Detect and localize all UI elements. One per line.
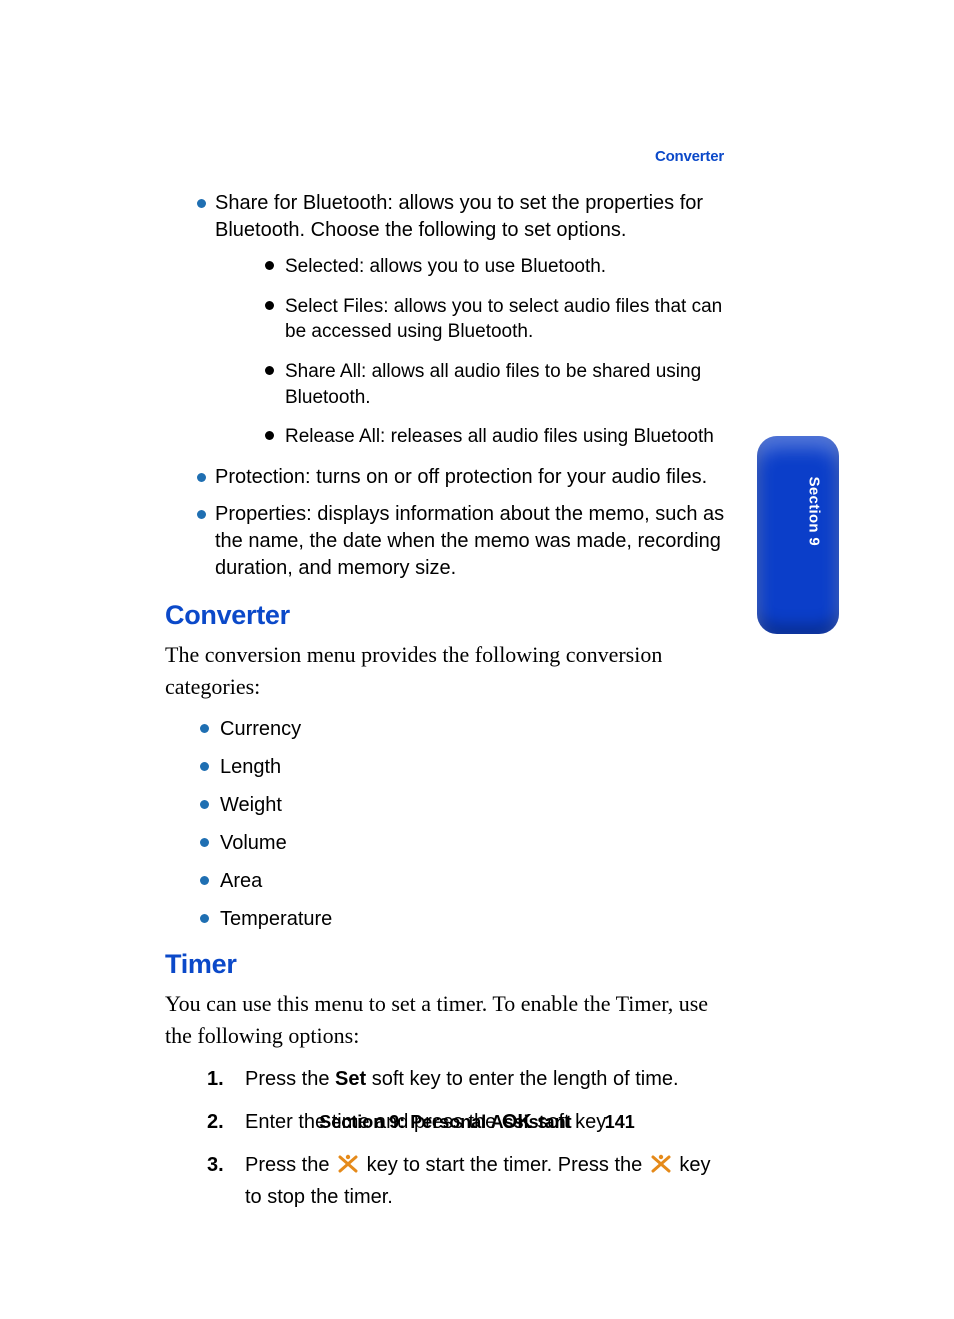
list-item-text: Share All: allows all audio files to be … <box>285 361 701 408</box>
list-item: Share for Bluetooth: allows you to set t… <box>165 190 725 450</box>
list-item-text: Area <box>220 870 262 892</box>
list-item: Length <box>165 755 725 779</box>
page: Converter Share for Bluetooth: allows yo… <box>0 0 954 1319</box>
step-text: soft key to enter the length of time. <box>366 1068 678 1090</box>
step-bold: Set <box>335 1068 366 1090</box>
list-item-text: Select Files: allows you to select audio… <box>285 296 722 343</box>
send-key-icon <box>650 1154 672 1183</box>
list-item-text: Length <box>220 756 281 778</box>
footer-section: Section 9: Personal Assistant <box>319 1112 571 1132</box>
list-item-text: Temperature <box>220 908 332 930</box>
list-item: Area <box>165 869 725 893</box>
list-item-text: Share for Bluetooth: allows you to set t… <box>215 192 703 241</box>
list-item: Currency <box>165 717 725 741</box>
step-text: key to start the timer. Press the <box>367 1154 648 1176</box>
list-item: Selected: allows you to use Bluetooth. <box>215 254 725 280</box>
side-tab-label: Section 9 <box>805 477 822 546</box>
list-item: Release All: releases all audio files us… <box>215 424 725 450</box>
step-item: Press the key to start the timer. Press … <box>165 1151 725 1212</box>
list-item-text: Properties: displays information about t… <box>215 503 724 579</box>
list-item-text: Volume <box>220 832 287 854</box>
list-item: Weight <box>165 793 725 817</box>
list-item: Protection: turns on or off protection f… <box>165 464 725 491</box>
converter-intro: The conversion menu provides the followi… <box>165 639 725 703</box>
timer-heading: Timer <box>165 949 725 980</box>
list-item: Share All: allows all audio files to be … <box>215 359 725 410</box>
list-item-text: Currency <box>220 718 301 740</box>
category-list: Currency Length Weight Volume Area Tempe… <box>165 717 725 931</box>
list-item: Temperature <box>165 907 725 931</box>
step-item: Press the Set soft key to enter the leng… <box>165 1065 725 1094</box>
page-footer: Section 9: Personal Assistant 141 <box>0 1112 954 1133</box>
top-bullet-list: Share for Bluetooth: allows you to set t… <box>165 190 725 582</box>
list-item-text: Selected: allows you to use Bluetooth. <box>285 256 606 277</box>
main-content: Share for Bluetooth: allows you to set t… <box>165 190 725 1226</box>
list-item-text: Weight <box>220 794 282 816</box>
timer-intro: You can use this menu to set a timer. To… <box>165 988 725 1052</box>
send-key-icon <box>337 1154 359 1183</box>
list-item: Properties: displays information about t… <box>165 501 725 582</box>
page-number: 141 <box>605 1112 635 1133</box>
sub-list: Selected: allows you to use Bluetooth. S… <box>215 254 725 450</box>
section-side-tab: Section 9 <box>757 436 839 634</box>
step-text: Press the <box>245 1154 335 1176</box>
running-head: Converter <box>655 148 724 165</box>
converter-heading: Converter <box>165 600 725 631</box>
timer-steps: Press the Set soft key to enter the leng… <box>165 1065 725 1212</box>
step-text: Press the <box>245 1068 335 1090</box>
list-item: Select Files: allows you to select audio… <box>215 294 725 345</box>
list-item: Volume <box>165 831 725 855</box>
list-item-text: Release All: releases all audio files us… <box>285 426 714 447</box>
list-item-text: Protection: turns on or off protection f… <box>215 466 707 488</box>
